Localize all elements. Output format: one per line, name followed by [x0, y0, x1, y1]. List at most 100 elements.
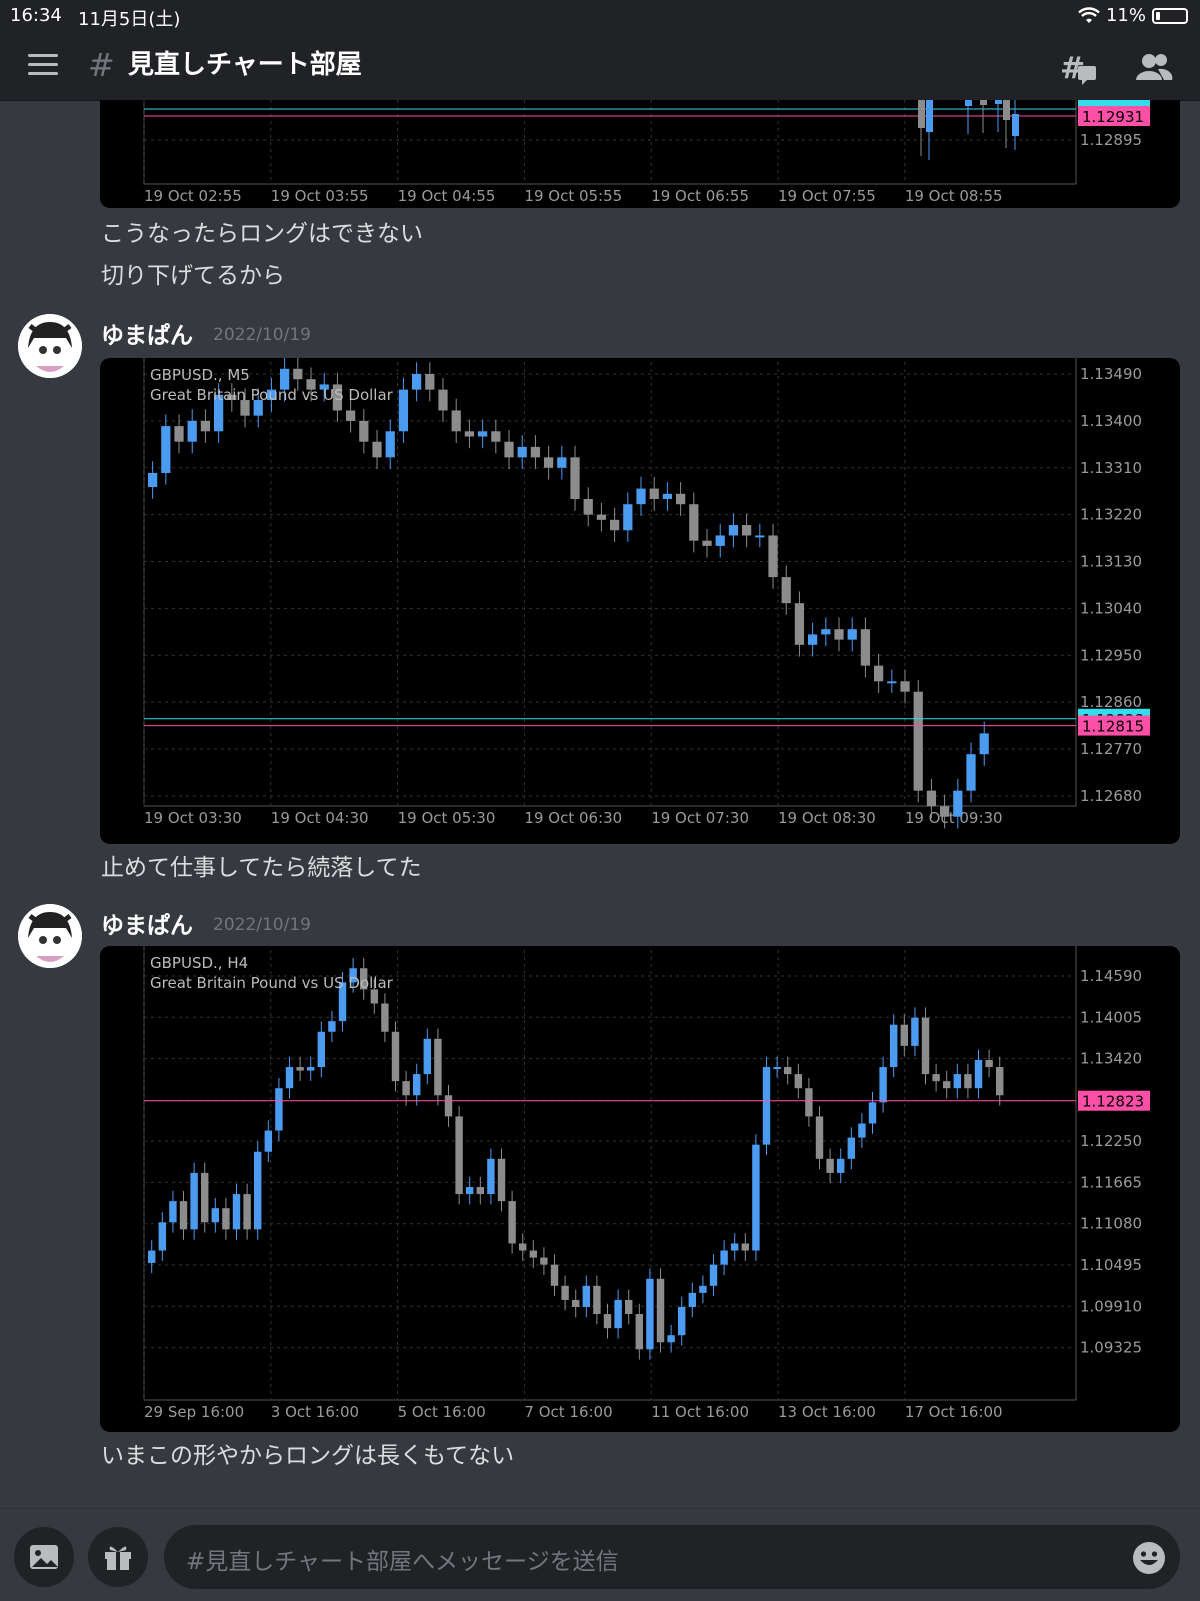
- candle: [478, 431, 488, 437]
- chart-image-2[interactable]: 19 Oct 03:30 19 Oct 04:30 19 Oct 05:30 19 O…: [100, 358, 1180, 844]
- gift-button[interactable]: [88, 1527, 148, 1587]
- username[interactable]: ゆまぱん: [101, 316, 193, 350]
- y-tick-label: 1.14005: [1080, 1008, 1142, 1026]
- chart-image-3[interactable]: 29 Sep 16:00 3 Oct 16:00 5 Oct 16:00 7 Oct …: [100, 946, 1180, 1432]
- timestamp: 2022/10/19: [213, 325, 311, 345]
- plot-frame: [143, 946, 1077, 1401]
- candle: [926, 790, 937, 807]
- candle: [296, 1067, 304, 1071]
- candle: [752, 1144, 760, 1251]
- candle: [596, 514, 607, 520]
- y-tick-label: 1.13400: [1080, 412, 1142, 430]
- chart-2-svg: 19 Oct 03:30 19 Oct 04:30 19 Oct 05:30 19 O…: [143, 358, 1150, 829]
- candle: [979, 733, 989, 755]
- candle: [603, 1314, 612, 1329]
- candle: [731, 1243, 739, 1251]
- candle: [720, 1250, 728, 1265]
- candle: [834, 629, 844, 640]
- message-line-1: こうなったらロングはできない: [101, 221, 423, 247]
- candle: [985, 1059, 993, 1068]
- candle: [900, 1024, 909, 1046]
- status-date: 11月5日(土): [78, 9, 181, 30]
- candle: [702, 540, 712, 546]
- candle: [190, 1172, 198, 1230]
- username[interactable]: ゆまぱん: [101, 906, 193, 940]
- x-tick-label: 19 Oct 07:30: [651, 809, 749, 827]
- candle: [201, 1172, 209, 1223]
- candle: [200, 420, 211, 432]
- candle: [385, 431, 395, 458]
- candle: [646, 1278, 654, 1350]
- image-upload-button[interactable]: [14, 1527, 74, 1587]
- candle: [689, 504, 699, 541]
- candle: [232, 1194, 241, 1230]
- candle: [187, 420, 197, 442]
- x-tick-label: 19 Oct 05:30: [398, 809, 496, 827]
- candle: [808, 634, 818, 645]
- current-price-tag: 1.12823: [1082, 1093, 1144, 1111]
- candle: [264, 1130, 273, 1152]
- candle: [966, 754, 976, 791]
- threads-icon[interactable]: #: [1060, 50, 1100, 86]
- emoji-icon[interactable]: [1132, 1541, 1166, 1575]
- candle: [773, 1067, 781, 1070]
- x-tick-label: 19 Oct 03:30: [144, 809, 242, 827]
- candle: [741, 1243, 750, 1251]
- candle: [815, 1116, 824, 1159]
- candle: [636, 488, 646, 505]
- candle: [1012, 114, 1019, 136]
- candle: [517, 446, 527, 458]
- candle: [921, 1017, 930, 1075]
- channel-title: 見直しチャート部屋: [128, 50, 362, 80]
- members-icon[interactable]: [1134, 50, 1174, 86]
- candle: [847, 629, 857, 640]
- candle: [425, 374, 435, 390]
- candle: [243, 1194, 251, 1230]
- x-tick-label: 19 Oct 07:55: [778, 187, 876, 205]
- x-tick-label: 19 Oct 02:55: [144, 187, 242, 205]
- candle: [826, 1158, 834, 1173]
- y-tick-label: 1.13220: [1080, 506, 1142, 524]
- candle: [943, 1081, 951, 1089]
- y-tick-label: 1.12895: [1080, 131, 1142, 149]
- avatar[interactable]: [18, 314, 82, 378]
- candle: [965, 100, 972, 106]
- candle: [728, 525, 739, 536]
- avatar[interactable]: [18, 904, 82, 968]
- candle: [412, 374, 422, 390]
- message-input[interactable]: #見直しチャート部屋へメッセージを送信: [164, 1525, 1180, 1589]
- chart-image-1[interactable]: 19 Oct 02:55 19 Oct 03:55 19 Oct 04:55 19 O…: [100, 100, 1180, 208]
- candle: [307, 1067, 315, 1071]
- candle: [544, 457, 554, 468]
- image-icon: [30, 1545, 58, 1569]
- y-tick-label: 1.09325: [1080, 1339, 1142, 1357]
- candle: [593, 1285, 601, 1315]
- candle: [169, 1201, 177, 1223]
- chart-3-svg: 29 Sep 16:00 3 Oct 16:00 5 Oct 16:00 7 Oct …: [143, 946, 1150, 1421]
- x-tick-label: 19 Oct 05:55: [524, 187, 622, 205]
- candle: [504, 441, 514, 458]
- y-tick-label: 1.12860: [1080, 693, 1142, 711]
- candle: [381, 1003, 389, 1032]
- chart-1-svg: 19 Oct 02:55 19 Oct 03:55 19 Oct 04:55 19 O…: [143, 100, 1150, 205]
- candle: [293, 368, 303, 380]
- candle: [570, 457, 580, 499]
- candle: [784, 1067, 792, 1075]
- candle: [887, 681, 897, 684]
- candle: [781, 577, 791, 604]
- candle: [508, 1201, 516, 1244]
- candle: [768, 535, 778, 578]
- candle: [451, 410, 461, 432]
- candle: [890, 1024, 898, 1068]
- candle: [530, 446, 541, 458]
- candle: [540, 1257, 548, 1265]
- candle: [444, 1095, 453, 1117]
- candle: [996, 1067, 1004, 1096]
- menu-icon[interactable]: [28, 54, 58, 76]
- candle: [995, 100, 1002, 104]
- candle: [346, 410, 356, 421]
- y-tick-label: 1.12770: [1080, 740, 1142, 758]
- candle: [868, 1102, 877, 1124]
- y-tick-label: 1.12950: [1080, 646, 1142, 664]
- y-tick-label: 1.13310: [1080, 459, 1142, 477]
